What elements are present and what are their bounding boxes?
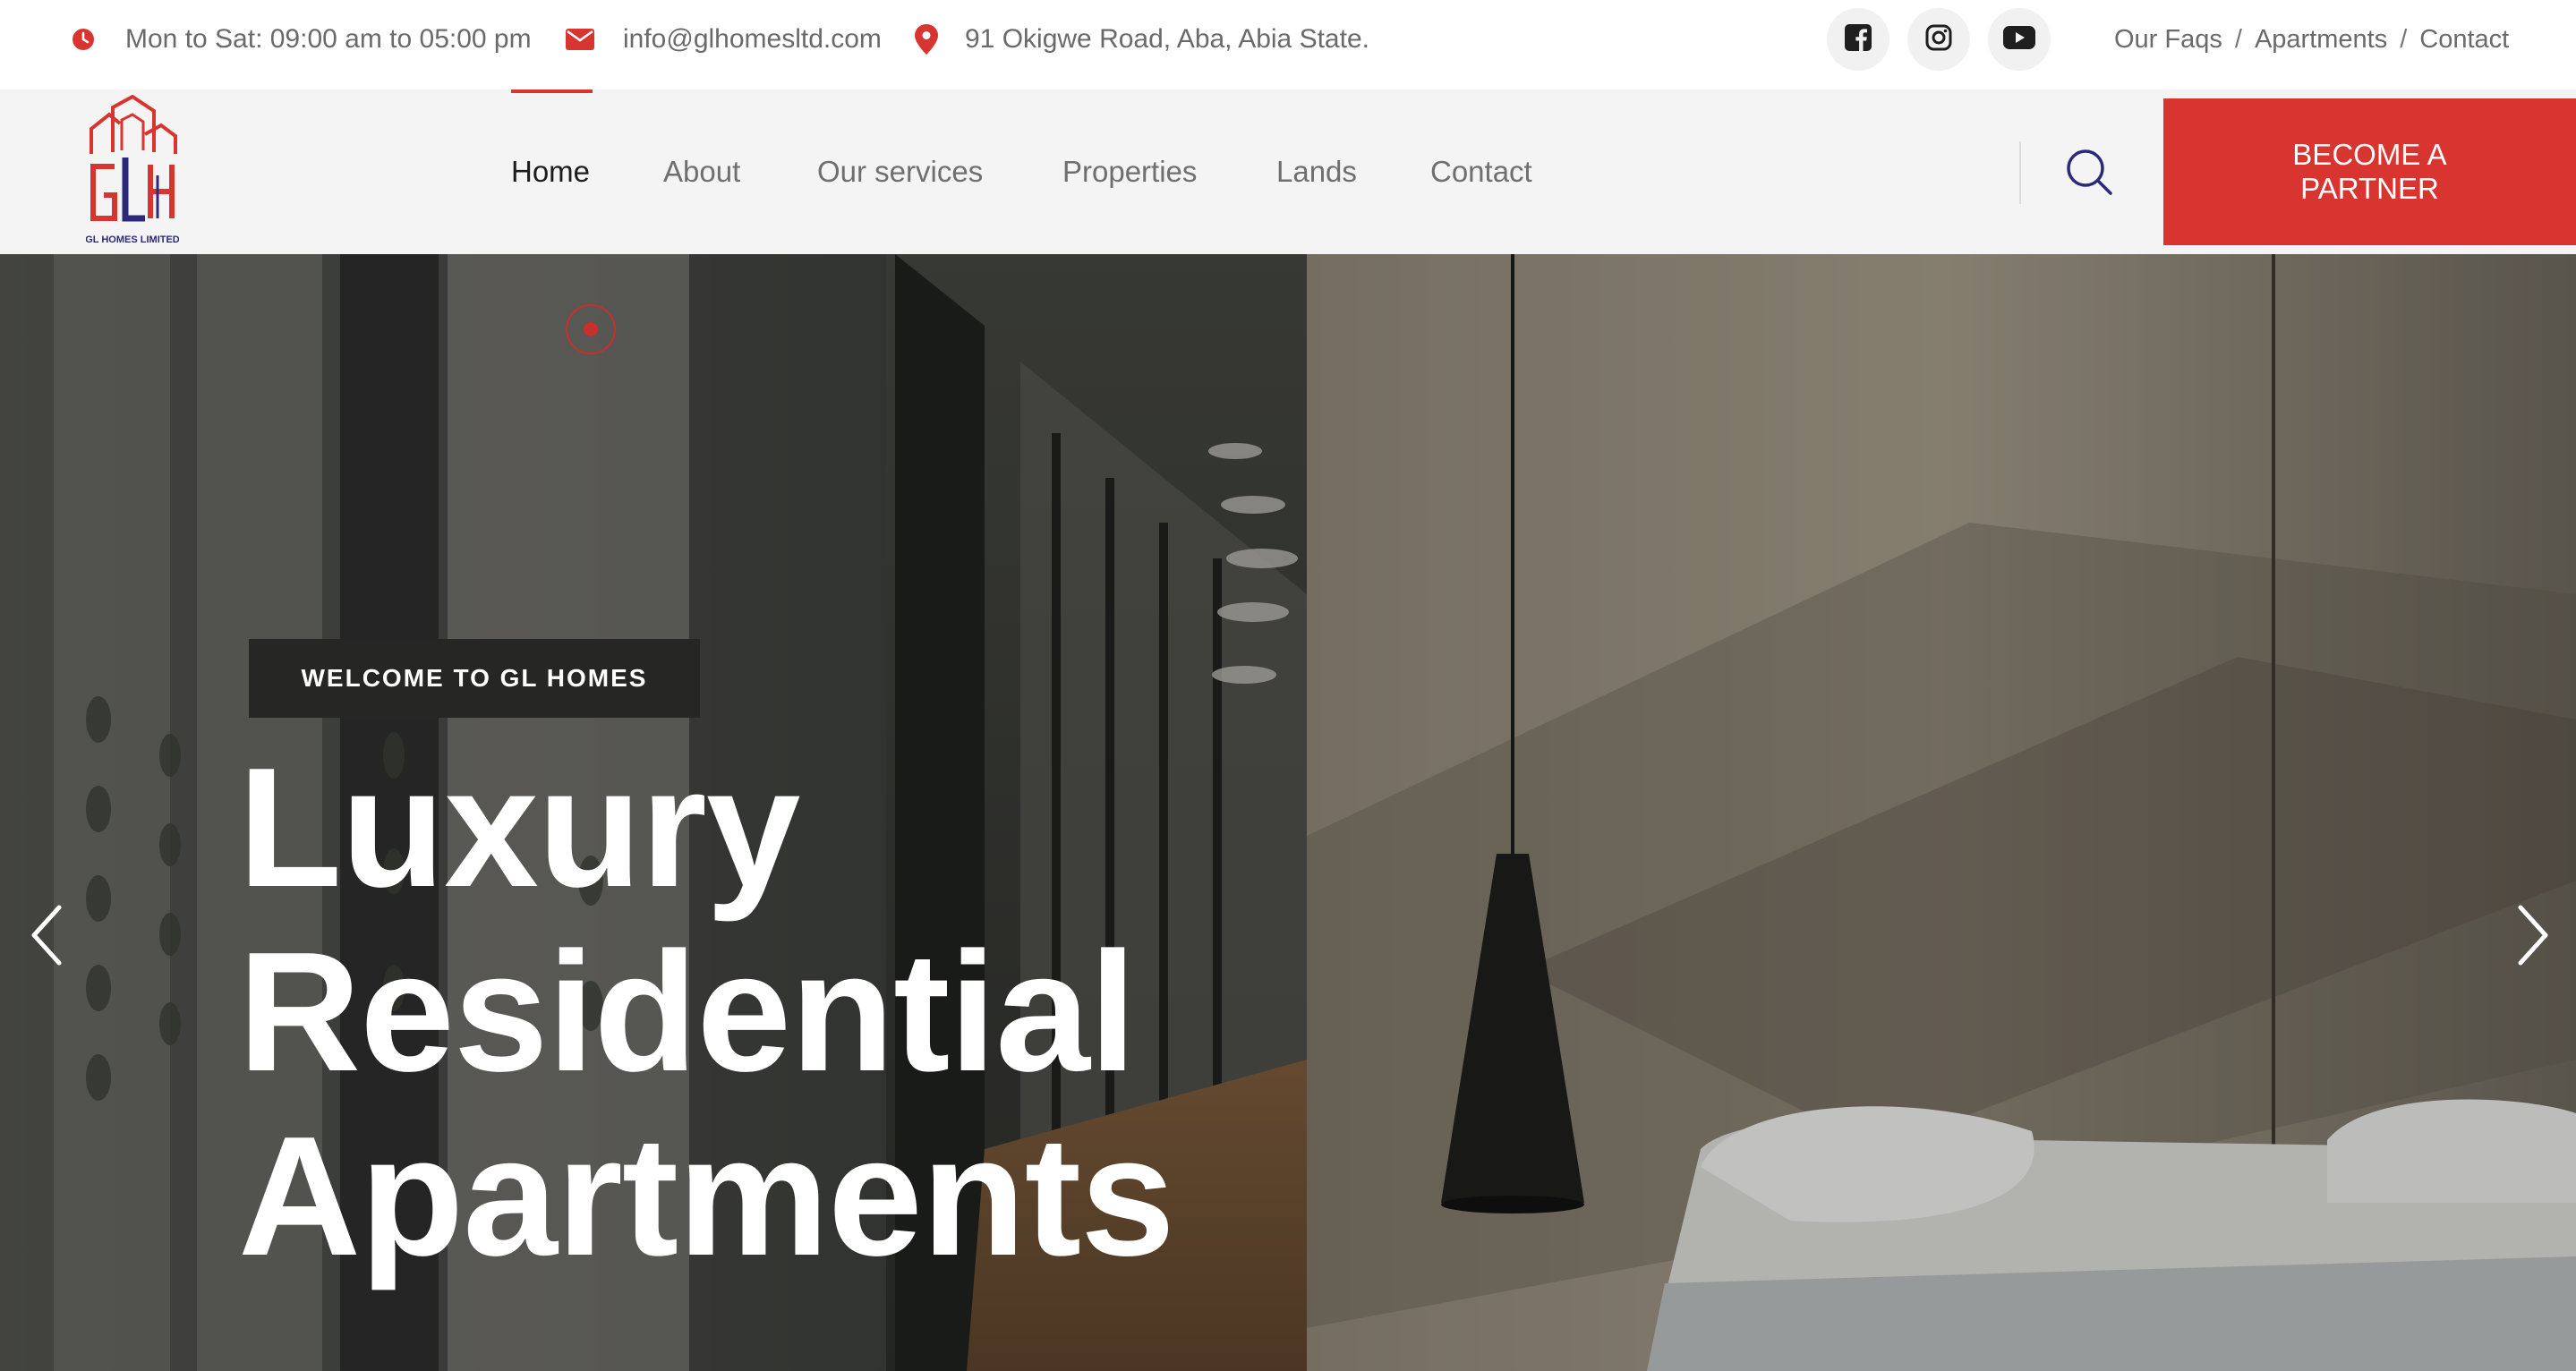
slide-dot-icon[interactable]: [566, 304, 616, 354]
chevron-left-icon: [20, 905, 73, 979]
nav-our-services[interactable]: Our services: [817, 89, 983, 254]
email-link[interactable]: info@glhomesltd.com: [623, 0, 882, 79]
prev-slide-button[interactable]: [20, 895, 73, 975]
address-text: 91 Okigwe Road, Aba, Abia State.: [965, 24, 1369, 54]
headline-line-1: Luxury: [238, 733, 800, 923]
hero-tagline: WELCOME TO GL HOMES: [249, 639, 700, 718]
top-links: Our Faqs / Apartments / Contact: [2114, 0, 2509, 79]
clock-icon: [72, 0, 95, 79]
hero-headline: Luxury Residential Apartments: [238, 733, 1175, 1291]
faqs-link[interactable]: Our Faqs: [2114, 25, 2222, 55]
become-partner-button[interactable]: BECOME A PARTNER: [2163, 98, 2576, 245]
nav-about[interactable]: About: [663, 89, 740, 254]
top-info-bar: Mon to Sat: 09:00 am to 05:00 pm info@gl…: [0, 0, 2576, 89]
apartments-link[interactable]: Apartments: [2255, 25, 2387, 55]
partner-label-line2: PARTNER: [2300, 172, 2439, 205]
location-pin-icon: [915, 0, 938, 79]
nav-contact[interactable]: Contact: [1430, 89, 1532, 254]
headline-line-2: Residential: [238, 917, 1137, 1107]
search-button[interactable]: [2062, 145, 2116, 199]
envelope-icon: [566, 0, 594, 79]
facebook-button[interactable]: [1827, 8, 1889, 71]
youtube-button[interactable]: [1988, 8, 2051, 71]
partner-button-label: BECOME A PARTNER: [2292, 138, 2446, 206]
main-navbar: GL HOMES LIMITED Home About Our services…: [0, 89, 2576, 254]
nav-divider: [2019, 141, 2021, 204]
youtube-icon: [2003, 25, 2035, 54]
opening-hours: Mon to Sat: 09:00 am to 05:00 pm: [125, 24, 532, 54]
next-slide-button[interactable]: [2506, 895, 2560, 975]
gl-homes-logo[interactable]: GL HOMES LIMITED: [85, 94, 180, 249]
partner-label-line1: BECOME A: [2292, 138, 2447, 171]
link-separator: /: [2400, 24, 2408, 54]
contact-link[interactable]: Contact: [2419, 25, 2509, 55]
nav-home[interactable]: Home: [511, 89, 590, 254]
chevron-right-icon: [2506, 905, 2560, 979]
search-icon: [2062, 149, 2116, 202]
nav-properties[interactable]: Properties: [1062, 89, 1197, 254]
hero-slider: WELCOME TO GL HOMES Luxury Residential A…: [0, 254, 2576, 1371]
instagram-icon: [1925, 24, 1952, 55]
nav-lands[interactable]: Lands: [1276, 89, 1357, 254]
logo-caption: GL HOMES LIMITED: [86, 234, 179, 245]
headline-line-3: Apartments: [238, 1102, 1175, 1291]
instagram-button[interactable]: [1907, 8, 1970, 71]
facebook-icon: [1845, 23, 1872, 55]
link-separator: /: [2234, 24, 2242, 54]
